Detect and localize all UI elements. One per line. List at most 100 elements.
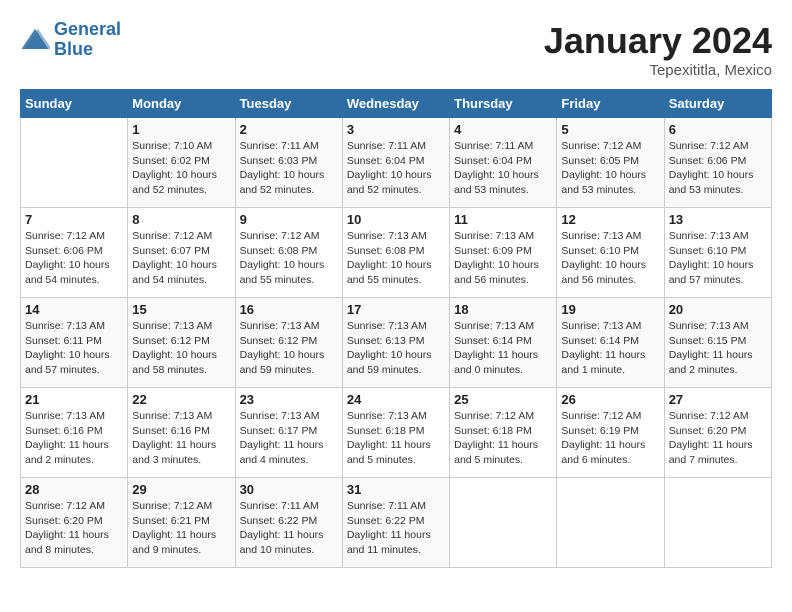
day-number: 27 (669, 392, 767, 407)
calendar-cell: 14 Sunrise: 7:13 AM Sunset: 6:11 PM Dayli… (21, 298, 128, 388)
page-header: General Blue January 2024 Tepexititla, M… (20, 20, 772, 79)
day-number: 15 (132, 302, 230, 317)
day-info: Sunrise: 7:12 AM Sunset: 6:21 PM Dayligh… (132, 499, 230, 558)
calendar-cell: 24 Sunrise: 7:13 AM Sunset: 6:18 PM Dayli… (342, 388, 449, 478)
day-info: Sunrise: 7:12 AM Sunset: 6:05 PM Dayligh… (561, 139, 659, 198)
calendar-cell: 2 Sunrise: 7:11 AM Sunset: 6:03 PM Daylig… (235, 118, 342, 208)
calendar-cell: 1 Sunrise: 7:10 AM Sunset: 6:02 PM Daylig… (128, 118, 235, 208)
day-info: Sunrise: 7:13 AM Sunset: 6:11 PM Dayligh… (25, 319, 123, 378)
calendar-cell: 7Sunrise: 7:12 AM Sunset: 6:06 PM Daylig… (21, 208, 128, 298)
calendar-cell: 16 Sunrise: 7:13 AM Sunset: 6:12 PM Dayli… (235, 298, 342, 388)
header-sunday: Sunday (21, 90, 128, 118)
calendar-header-row: SundayMondayTuesdayWednesdayThursdayFrid… (21, 90, 772, 118)
day-number: 9 (240, 212, 338, 227)
day-info: Sunrise: 7:13 AM Sunset: 6:12 PM Dayligh… (240, 319, 338, 378)
day-number: 8 (132, 212, 230, 227)
calendar-cell: 29Sunrise: 7:12 AM Sunset: 6:21 PM Dayli… (128, 478, 235, 568)
day-info: Sunrise: 7:12 AM Sunset: 6:20 PM Dayligh… (669, 409, 767, 468)
location-subtitle: Tepexititla, Mexico (544, 62, 772, 79)
day-number: 21 (25, 392, 123, 407)
day-info: Sunrise: 7:13 AM Sunset: 6:18 PM Dayligh… (347, 409, 445, 468)
calendar-cell (664, 478, 771, 568)
calendar-cell: 27 Sunrise: 7:12 AM Sunset: 6:20 PM Dayli… (664, 388, 771, 478)
calendar-cell: 22Sunrise: 7:13 AM Sunset: 6:16 PM Dayli… (128, 388, 235, 478)
day-info: Sunrise: 7:12 AM Sunset: 6:19 PM Dayligh… (561, 409, 659, 468)
day-number: 18 (454, 302, 552, 317)
calendar-cell: 18Sunrise: 7:13 AM Sunset: 6:14 PM Dayli… (450, 298, 557, 388)
calendar-cell: 30Sunrise: 7:11 AM Sunset: 6:22 PM Dayli… (235, 478, 342, 568)
calendar-week-1: 1 Sunrise: 7:10 AM Sunset: 6:02 PM Daylig… (21, 118, 772, 208)
day-number: 31 (347, 482, 445, 497)
logo-line1: General (54, 19, 121, 39)
logo-line2: Blue (54, 39, 93, 59)
calendar-cell: 5 Sunrise: 7:12 AM Sunset: 6:05 PM Daylig… (557, 118, 664, 208)
calendar-cell: 21 Sunrise: 7:13 AM Sunset: 6:16 PM Dayli… (21, 388, 128, 478)
day-number: 24 (347, 392, 445, 407)
calendar-week-2: 7Sunrise: 7:12 AM Sunset: 6:06 PM Daylig… (21, 208, 772, 298)
day-number: 12 (561, 212, 659, 227)
day-info: Sunrise: 7:10 AM Sunset: 6:02 PM Dayligh… (132, 139, 230, 198)
calendar-cell: 9 Sunrise: 7:12 AM Sunset: 6:08 PM Daylig… (235, 208, 342, 298)
day-info: Sunrise: 7:11 AM Sunset: 6:04 PM Dayligh… (347, 139, 445, 198)
day-info: Sunrise: 7:12 AM Sunset: 6:06 PM Dayligh… (669, 139, 767, 198)
day-number: 17 (347, 302, 445, 317)
day-number: 28 (25, 482, 123, 497)
day-info: Sunrise: 7:11 AM Sunset: 6:04 PM Dayligh… (454, 139, 552, 198)
day-info: Sunrise: 7:13 AM Sunset: 6:13 PM Dayligh… (347, 319, 445, 378)
header-friday: Friday (557, 90, 664, 118)
day-info: Sunrise: 7:13 AM Sunset: 6:10 PM Dayligh… (669, 229, 767, 288)
calendar-table: SundayMondayTuesdayWednesdayThursdayFrid… (20, 89, 772, 568)
day-info: Sunrise: 7:12 AM Sunset: 6:06 PM Dayligh… (25, 229, 123, 288)
day-info: Sunrise: 7:13 AM Sunset: 6:12 PM Dayligh… (132, 319, 230, 378)
day-info: Sunrise: 7:13 AM Sunset: 6:08 PM Dayligh… (347, 229, 445, 288)
day-info: Sunrise: 7:13 AM Sunset: 6:15 PM Dayligh… (669, 319, 767, 378)
day-number: 20 (669, 302, 767, 317)
day-number: 26 (561, 392, 659, 407)
day-number: 30 (240, 482, 338, 497)
header-wednesday: Wednesday (342, 90, 449, 118)
calendar-cell: 28 Sunrise: 7:12 AM Sunset: 6:20 PM Dayli… (21, 478, 128, 568)
day-number: 1 (132, 122, 230, 137)
day-number: 23 (240, 392, 338, 407)
day-info: Sunrise: 7:12 AM Sunset: 6:18 PM Dayligh… (454, 409, 552, 468)
day-info: Sunrise: 7:13 AM Sunset: 6:10 PM Dayligh… (561, 229, 659, 288)
day-info: Sunrise: 7:13 AM Sunset: 6:14 PM Dayligh… (561, 319, 659, 378)
day-number: 2 (240, 122, 338, 137)
calendar-cell: 11Sunrise: 7:13 AM Sunset: 6:09 PM Dayli… (450, 208, 557, 298)
calendar-cell: 26 Sunrise: 7:12 AM Sunset: 6:19 PM Dayli… (557, 388, 664, 478)
calendar-cell: 12 Sunrise: 7:13 AM Sunset: 6:10 PM Dayli… (557, 208, 664, 298)
day-number: 5 (561, 122, 659, 137)
calendar-cell: 13 Sunrise: 7:13 AM Sunset: 6:10 PM Dayli… (664, 208, 771, 298)
calendar-cell (21, 118, 128, 208)
header-saturday: Saturday (664, 90, 771, 118)
day-number: 22 (132, 392, 230, 407)
calendar-cell: 31 Sunrise: 7:11 AM Sunset: 6:22 PM Dayli… (342, 478, 449, 568)
calendar-cell: 15 Sunrise: 7:13 AM Sunset: 6:12 PM Dayli… (128, 298, 235, 388)
logo-icon (20, 25, 50, 55)
day-info: Sunrise: 7:13 AM Sunset: 6:16 PM Dayligh… (25, 409, 123, 468)
calendar-cell: 3 Sunrise: 7:11 AM Sunset: 6:04 PM Daylig… (342, 118, 449, 208)
day-number: 10 (347, 212, 445, 227)
day-info: Sunrise: 7:12 AM Sunset: 6:08 PM Dayligh… (240, 229, 338, 288)
day-info: Sunrise: 7:11 AM Sunset: 6:22 PM Dayligh… (347, 499, 445, 558)
calendar-cell: 25Sunrise: 7:12 AM Sunset: 6:18 PM Dayli… (450, 388, 557, 478)
day-number: 3 (347, 122, 445, 137)
day-info: Sunrise: 7:13 AM Sunset: 6:09 PM Dayligh… (454, 229, 552, 288)
day-info: Sunrise: 7:11 AM Sunset: 6:03 PM Dayligh… (240, 139, 338, 198)
calendar-cell (450, 478, 557, 568)
calendar-week-4: 21 Sunrise: 7:13 AM Sunset: 6:16 PM Dayli… (21, 388, 772, 478)
header-tuesday: Tuesday (235, 90, 342, 118)
logo-text: General Blue (54, 20, 121, 60)
day-info: Sunrise: 7:12 AM Sunset: 6:20 PM Dayligh… (25, 499, 123, 558)
day-number: 13 (669, 212, 767, 227)
calendar-cell: 8Sunrise: 7:12 AM Sunset: 6:07 PM Daylig… (128, 208, 235, 298)
day-number: 16 (240, 302, 338, 317)
day-number: 14 (25, 302, 123, 317)
day-number: 4 (454, 122, 552, 137)
calendar-cell: 20 Sunrise: 7:13 AM Sunset: 6:15 PM Dayli… (664, 298, 771, 388)
calendar-cell (557, 478, 664, 568)
header-monday: Monday (128, 90, 235, 118)
header-thursday: Thursday (450, 90, 557, 118)
month-title: January 2024 (544, 20, 772, 62)
calendar-cell: 4 Sunrise: 7:11 AM Sunset: 6:04 PM Daylig… (450, 118, 557, 208)
